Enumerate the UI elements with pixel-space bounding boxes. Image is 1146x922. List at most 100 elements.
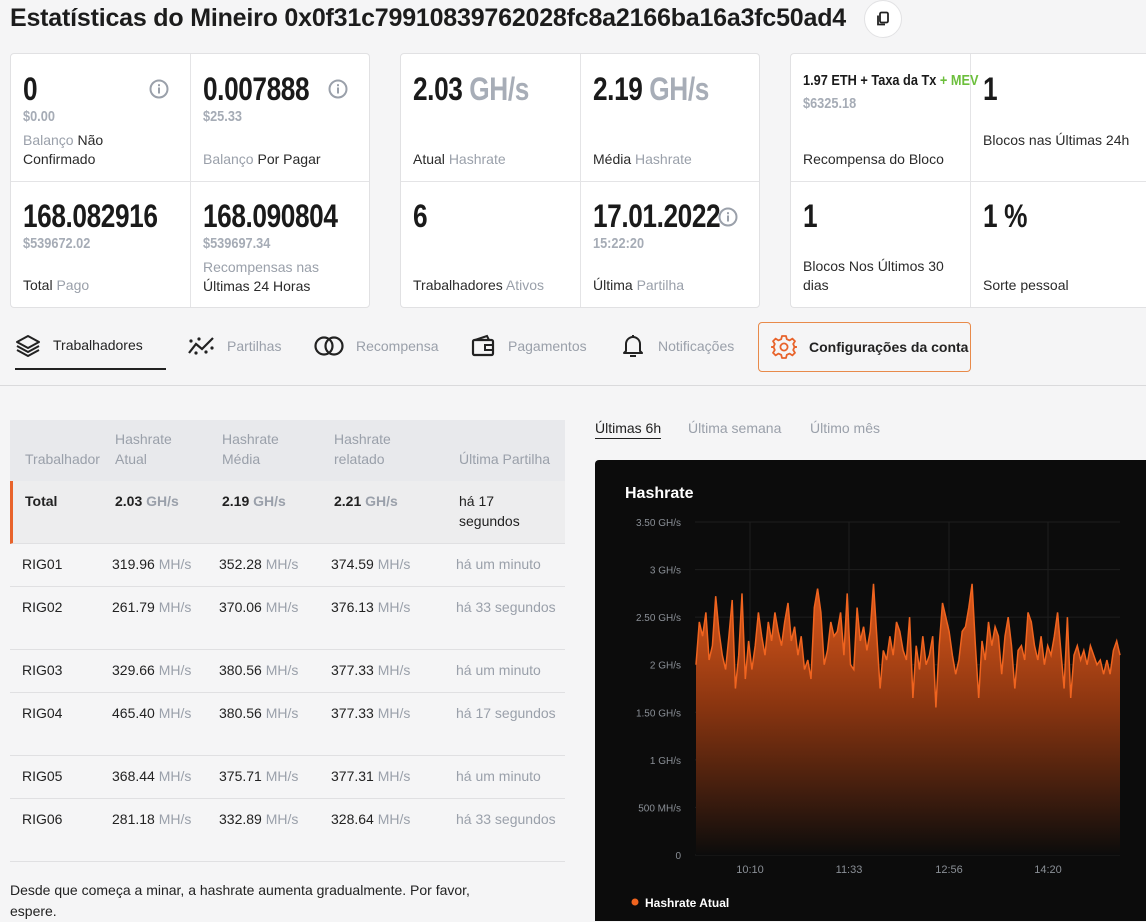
tab-reward[interactable]: Recompensa [314, 322, 439, 370]
rewards-24h-usd: $539697.34 [203, 235, 271, 252]
tab-label: Partilhas [227, 338, 282, 354]
header-average-hashrate[interactable]: Hashrate Média [222, 429, 292, 469]
period-tab-week[interactable]: Última semana [688, 420, 781, 436]
tab-label: Pagamentos [508, 338, 587, 354]
y-tick-label: 2 GH/s [650, 661, 681, 672]
table-row[interactable]: RIG02 261.79 MH/s 370.06 MH/s 376.13 MH/s há… [10, 587, 565, 650]
header-last-share[interactable]: Última Partilha [459, 449, 550, 469]
active-workers-label: Trabalhadores Ativos [413, 277, 544, 293]
worker-name: RIG04 [22, 705, 63, 721]
bell-icon [623, 335, 643, 357]
unpaid-value: 0.007888 [203, 71, 310, 107]
total-paid-value: 168.082916 [23, 198, 158, 234]
copy-address-button[interactable] [864, 0, 902, 38]
y-tick-label: 0 [675, 851, 681, 862]
x-tick-label: 11:33 [836, 864, 863, 876]
balance-card: 0 $0.00 Balanço Não Confirmado 0.007888 … [10, 53, 370, 308]
rewards-24h-value: 168.090804 [203, 198, 338, 234]
reported-hashrate: 377.33 MH/s [331, 662, 411, 678]
header-worker[interactable]: Trabalhador [25, 449, 100, 469]
chart-canvas: 0 500 MH/s 1 GH/s 1.50 GH/s 2 GH/s 2.50 GH/s 3… [631, 518, 1121, 910]
tab-workers[interactable]: Trabalhadores [15, 322, 166, 370]
current-hashrate: 261.79 MH/s [112, 599, 192, 615]
y-tick-label: 500 MH/s [638, 803, 681, 814]
last-share-value: 17.01.2022 [593, 198, 721, 234]
copy-icon [877, 11, 889, 26]
header-reported-hashrate[interactable]: Hashrate relatado [334, 429, 404, 469]
current-hashrate: 368.44 MH/s [112, 768, 192, 784]
last-share: há 33 segundos [456, 599, 556, 615]
average-hashrate: 332.89 MH/s [219, 811, 299, 827]
tab-label: Recompensa [356, 338, 439, 354]
y-tick-label: 2.50 GH/s [636, 613, 681, 624]
unconfirmed-usd: $0.00 [23, 108, 55, 125]
unconfirmed-value: 0 [23, 71, 38, 107]
legend-label[interactable]: Hashrate Atual [645, 896, 729, 910]
table-row[interactable]: RIG04 465.40 MH/s 380.56 MH/s 377.33 MH/s há… [10, 693, 565, 756]
table-row-total: Total 2.03 GH/s 2.19 GH/s 2.21 GH/s há 1… [10, 481, 565, 544]
info-icon[interactable] [328, 79, 348, 99]
legend-marker [631, 898, 639, 906]
block-reward-usd: $6325.18 [803, 95, 857, 112]
header-current-hashrate[interactable]: Hashrate Atual [115, 429, 185, 469]
blocks-24h: 1 Blocos nas Últimas 24h [971, 54, 1146, 181]
tab-account-settings[interactable]: Configurações da conta [758, 322, 971, 372]
tab-payments[interactable]: Pagamentos [470, 322, 587, 370]
unconfirmed-label: Balanço Não Confirmado [23, 132, 104, 167]
rewards-24h-label: Recompensas nas Últimas 24 Horas [203, 259, 319, 294]
header: Estatísticas do Mineiro 0x0f31c799108397… [0, 0, 1146, 40]
period-tab-6h[interactable]: Últimas 6h [595, 420, 662, 439]
reported-hashrate: 377.31 MH/s [331, 768, 411, 784]
table-header: Trabalhador Hashrate Atual Hashrate Médi… [10, 420, 565, 481]
blocks-24h-value: 1 [983, 71, 998, 107]
average-hashrate: 380.56 MH/s [219, 662, 299, 678]
unpaid-balance: 0.007888 $25.33 Balanço Por Pagar [191, 54, 370, 181]
table-row[interactable]: RIG01 319.96 MH/s 352.28 MH/s 374.59 MH/s há… [10, 544, 565, 587]
hashrate-chart: Hashrate 0 500 MH/s 1 GH/s 1.50 GH/s 2 GH/s 2… [595, 460, 1146, 921]
tab-shares[interactable]: Partilhas [187, 322, 281, 370]
blocks-30d-value: 1 [803, 198, 818, 234]
active-workers-value: 6 [413, 198, 428, 234]
blocks-24h-label: Blocos nas Últimas 24h [983, 132, 1130, 148]
x-tick-label: 10:10 [736, 864, 764, 876]
last-share: 17.01.2022 15:22:20 Última Partilha [581, 182, 760, 309]
table-row[interactable]: RIG03 329.66 MH/s 380.56 MH/s 377.33 MH/s há… [10, 650, 565, 693]
period-tab-month[interactable]: Último mês [810, 420, 880, 436]
info-icon[interactable] [149, 79, 169, 99]
personal-luck: 1 % Sorte pessoal [971, 182, 1146, 309]
block-reward-value: 1.97 ETH + Taxa da Tx + MEV [803, 72, 979, 89]
last-share: há um minuto [456, 768, 541, 784]
tab-label: Configurações da conta [809, 339, 969, 355]
unconfirmed-balance: 0 $0.00 Balanço Não Confirmado [11, 54, 190, 181]
reported-hashrate: 2.21 GH/s [334, 493, 398, 509]
active-workers: 6 Trabalhadores Ativos [401, 182, 580, 309]
block-reward: 1.97 ETH + Taxa da Tx + MEV $6325.18 Rec… [791, 54, 979, 181]
average-hashrate: 352.28 MH/s [219, 556, 299, 572]
total-paid-label: Total Pago [23, 277, 90, 293]
x-tick-label: 12:56 [935, 864, 963, 876]
gear-icon [771, 335, 797, 359]
y-tick-label: 1 GH/s [650, 756, 681, 767]
block-reward-label: Recompensa do Bloco [803, 151, 944, 167]
current-hashrate: 319.96 MH/s [112, 556, 192, 572]
table-row[interactable]: RIG05 368.44 MH/s 375.71 MH/s 377.31 MH/s há… [10, 756, 565, 799]
worker-name: RIG02 [22, 599, 63, 615]
blocks-30d-label: Blocos Nos Últimos 30 dias [803, 258, 944, 293]
average-hashrate: 375.71 MH/s [219, 768, 299, 784]
hashrate-card: 2.03 GH/s Atual Hashrate 2.19 GH/s Média… [400, 53, 760, 308]
blocks-card: 1.97 ETH + Taxa da Tx + MEV $6325.18 Rec… [790, 53, 1146, 308]
blocks-30d: 1 Blocos Nos Últimos 30 dias [791, 182, 970, 309]
coins-icon [314, 336, 344, 356]
reported-hashrate: 376.13 MH/s [331, 599, 411, 615]
worker-name: RIG01 [22, 556, 63, 572]
table-row[interactable]: RIG06 281.18 MH/s 332.89 MH/s 328.64 MH/s há… [10, 799, 565, 862]
info-icon[interactable] [718, 207, 738, 227]
tab-label: Notificações [658, 338, 735, 354]
unpaid-usd: $25.33 [203, 108, 243, 125]
last-share: há 17 segundos [459, 493, 520, 529]
worker-name: Total [25, 493, 58, 509]
luck-value: 1 % [983, 198, 1027, 234]
average-hashrate: 370.06 MH/s [219, 599, 299, 615]
total-paid-usd: $539672.02 [23, 235, 91, 252]
tab-notifications[interactable]: Notificações [620, 322, 734, 370]
